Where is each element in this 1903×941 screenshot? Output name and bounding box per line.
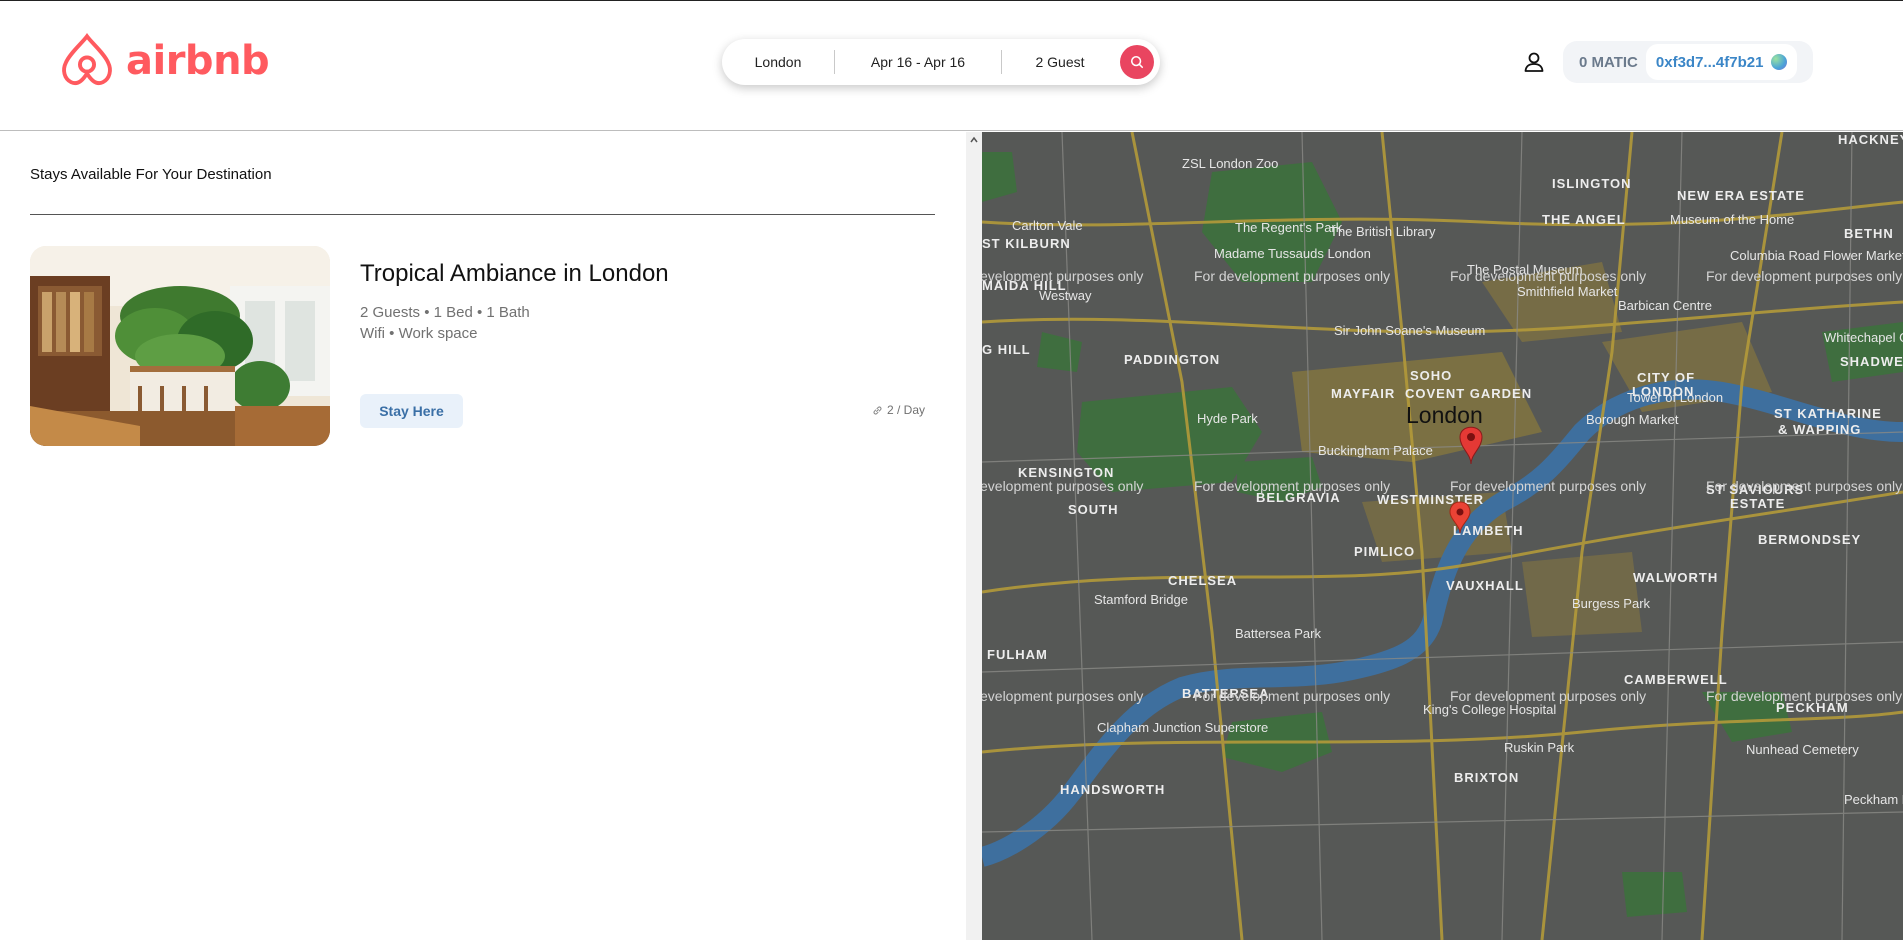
map-poi-label: Museum of the Home xyxy=(1670,212,1795,227)
wallet-address: 0xf3d7...4f7b21 xyxy=(1655,53,1764,71)
map-poi-label: Borough Market xyxy=(1586,412,1679,427)
map-poi-label: Ruskin Park xyxy=(1504,740,1575,755)
map-area-label: PADDINGTON xyxy=(1124,352,1221,367)
map-area-label: HACKNEY xyxy=(1838,132,1903,147)
map-area-label: ESTATE xyxy=(1730,496,1786,511)
map-poi-label: King's College Hospital xyxy=(1423,702,1557,717)
map-area-label: THE ANGEL xyxy=(1542,212,1626,227)
map-watermark: evelopment purposes only xyxy=(982,688,1144,704)
map-watermark: For development purposes only xyxy=(1706,688,1903,704)
map-area-label: SHADWELL xyxy=(1840,354,1903,369)
map-poi-label: Peckham Rye & Common xyxy=(1844,792,1903,807)
scroll-up-arrow-icon[interactable] xyxy=(969,135,979,145)
map-area-label: SOHO xyxy=(1410,368,1453,383)
map-city-label: London xyxy=(1406,402,1483,428)
map-watermark: For development purposes only xyxy=(1706,268,1903,284)
map-area-label: & WAPPING xyxy=(1778,422,1862,437)
stays-heading: Stays Available For Your Destination xyxy=(30,166,272,183)
search-icon xyxy=(1130,55,1144,69)
map-area-label: HANDSWORTH xyxy=(1060,782,1166,797)
map-area-label: CAMBERWELL xyxy=(1624,672,1728,687)
map-area-label: BETHN xyxy=(1844,226,1894,241)
map-poi-label: Battersea Park xyxy=(1235,626,1321,641)
listing-title[interactable]: Tropical Ambiance in London xyxy=(360,260,669,288)
logo-text: airbnb xyxy=(126,38,270,84)
listing-photo xyxy=(30,246,330,446)
map-watermark: For development purposes only xyxy=(1450,478,1647,494)
wallet-address-button[interactable]: 0xf3d7...4f7b21 xyxy=(1645,44,1798,80)
listing-details: 2 Guests • 1 Bed • 1 Bath xyxy=(360,304,530,321)
map-poi-label: Burgess Park xyxy=(1572,596,1651,611)
map-area-label: COVENT GARDEN xyxy=(1405,386,1533,401)
scrollbar[interactable] xyxy=(966,132,982,940)
map-area-label: CITY OF xyxy=(1637,370,1696,385)
map-poi-label: The Regent's Park xyxy=(1235,220,1343,235)
map-area-label: WALWORTH xyxy=(1633,570,1719,585)
map-poi-label: Smithfield Market xyxy=(1517,284,1618,299)
stay-here-button[interactable]: Stay Here xyxy=(360,394,463,428)
map-poi-label: Whitechapel Gall xyxy=(1824,330,1903,345)
stays-divider xyxy=(30,214,935,215)
map-watermark: For development purposes only xyxy=(1194,688,1391,704)
search-location[interactable]: London xyxy=(722,54,834,70)
price-text: 2 / Day xyxy=(887,403,926,417)
search-bar[interactable]: London Apr 16 - Apr 16 2 Guest xyxy=(722,39,1160,85)
map-poi-label: Buckingham Palace xyxy=(1318,443,1433,458)
map-area-label: ISLINGTON xyxy=(1552,176,1632,191)
map-poi-label: Sir John Soane's Museum xyxy=(1334,323,1486,338)
map-poi-label: Westway xyxy=(1039,288,1092,303)
map-area-label: MAYFAIR xyxy=(1331,386,1396,401)
stays-panel: Stays Available For Your Destination Tro… xyxy=(0,132,966,940)
map-watermark: For development purposes only xyxy=(1194,478,1391,494)
map-area-label: SOUTH xyxy=(1068,502,1119,517)
listing-price: 2 / Day xyxy=(872,403,925,417)
map-watermark: For development purposes only xyxy=(1450,268,1647,284)
search-dates[interactable]: Apr 16 - Apr 16 xyxy=(835,54,1001,70)
map-poi-label: Stamford Bridge xyxy=(1094,592,1188,607)
map-watermark: For development purposes only xyxy=(1194,268,1391,284)
user-icon[interactable] xyxy=(1522,50,1546,74)
map-area-label: NEW ERA ESTATE xyxy=(1677,188,1805,203)
map-area-label: FULHAM xyxy=(987,647,1048,662)
map-area-label: G HILL xyxy=(982,342,1031,357)
map-pin-icon[interactable] xyxy=(1448,500,1472,534)
map-area-label: CHELSEA xyxy=(1168,573,1238,588)
map-poi-label: Hyde Park xyxy=(1197,411,1258,426)
map-area-label: ST KILBURN xyxy=(982,236,1071,251)
wallet-connect[interactable]: 0 MATIC 0xf3d7...4f7b21 xyxy=(1563,41,1813,83)
wallet-avatar-icon xyxy=(1771,54,1788,70)
airbnb-logo-icon xyxy=(62,33,112,86)
search-button[interactable] xyxy=(1120,45,1154,79)
map[interactable]: ISLINGTON THE ANGEL PADDINGTON SOHO COVE… xyxy=(982,132,1903,940)
map-poi-label: ZSL London Zoo xyxy=(1182,156,1279,171)
map-watermark: evelopment purposes only xyxy=(982,268,1144,284)
header: airbnb London Apr 16 - Apr 16 2 Guest 0 … xyxy=(0,1,1903,131)
stay-here-label: Stay Here xyxy=(379,403,444,419)
map-area-label: ST KATHARINE xyxy=(1774,406,1882,421)
map-poi-label: Columbia Road Flower Market xyxy=(1730,248,1903,263)
listing-amenities: Wifi • Work space xyxy=(360,325,478,342)
map-watermark: For development purposes only xyxy=(1450,688,1647,704)
map-area-label: BRIXTON xyxy=(1454,770,1520,785)
map-poi-label: Clapham Junction Superstore xyxy=(1097,720,1269,735)
map-watermark: evelopment purposes only xyxy=(982,478,1144,494)
map-poi-label: The British Library xyxy=(1330,224,1436,239)
airbnb-logo[interactable]: airbnb xyxy=(58,31,270,91)
map-area-label: VAUXHALL xyxy=(1446,578,1524,593)
listing-image[interactable] xyxy=(30,246,330,446)
map-watermark: For development purposes only xyxy=(1706,478,1903,494)
map-poi-label: Carlton Vale xyxy=(1012,218,1083,233)
map-poi-label: Barbican Centre xyxy=(1618,298,1712,313)
link-icon xyxy=(873,406,882,414)
map-area-label: BERMONDSEY xyxy=(1758,532,1862,547)
map-poi-label: Tower of London xyxy=(1627,390,1724,405)
map-poi-label: Nunhead Cemetery xyxy=(1746,742,1859,757)
map-poi-label: Madame Tussauds London xyxy=(1214,246,1371,261)
search-guests[interactable]: 2 Guest xyxy=(1002,54,1118,70)
wallet-balance: 0 MATIC xyxy=(1579,53,1638,71)
map-area-label: PIMLICO xyxy=(1354,544,1416,559)
